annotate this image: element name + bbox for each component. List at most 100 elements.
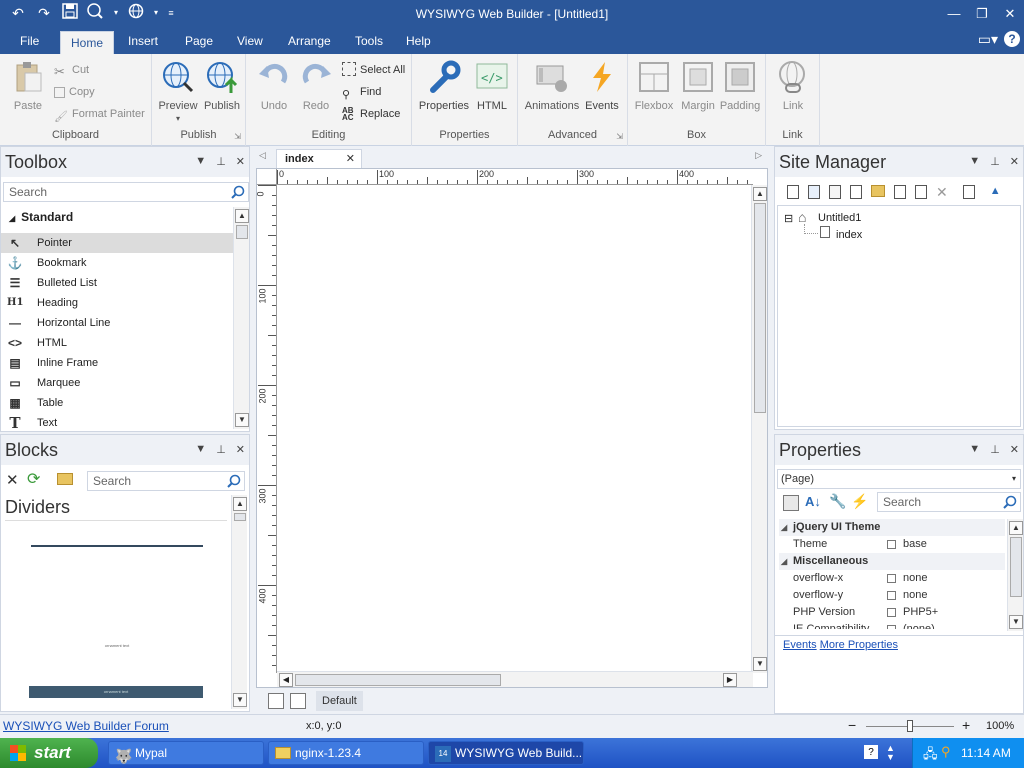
toolbox-item-marquee[interactable]: ▭ Marquee [1,373,233,393]
tab-home[interactable]: Home [60,31,114,54]
forum-link[interactable]: WYSIWYG Web Builder Forum [3,719,169,733]
dialog-launcher-icon[interactable]: ⇲ [616,132,623,141]
pin-icon[interactable]: ⊥ [216,155,226,168]
canvas-horizontal-scrollbar[interactable]: ◀ ▶ [277,671,753,687]
cut-button[interactable]: ✂ Cut [54,61,89,79]
help-icon[interactable]: ? [1004,31,1020,47]
scroll-down-icon[interactable]: ▼ [235,413,249,427]
flexbox-button[interactable]: Flexbox [630,60,678,112]
toolbox-item-bookmark[interactable]: ⚓ Bookmark [1,253,233,273]
property-row[interactable]: IE Compatibility (none) [779,621,1005,629]
scroll-down-icon[interactable]: ▼ [233,693,247,707]
divider-block-line[interactable] [31,545,203,547]
delete-block-icon[interactable]: ✕ [6,471,19,489]
paste-button[interactable]: Paste [4,60,52,112]
move-up-icon[interactable]: ▲ [990,185,1001,199]
scroll-left-icon[interactable]: ◀ [279,673,293,687]
events-link[interactable]: Events [783,639,817,651]
undo-button[interactable]: Undo [250,60,298,112]
copy-button[interactable]: Copy [54,83,95,101]
chevron-down-icon[interactable]: ▼ [195,155,206,168]
properties-search-input[interactable]: Search [877,492,1021,512]
more-properties-link[interactable]: More Properties [820,639,898,651]
publish-button[interactable]: Publish [198,60,246,112]
events-button[interactable]: Events [578,60,626,112]
rename-icon[interactable] [850,185,862,199]
property-checkbox[interactable] [887,608,896,617]
pin-icon[interactable]: ⊥ [990,443,1000,456]
tree-expander-icon[interactable]: ⊟ [784,212,793,225]
blocks-search-input[interactable]: Search [87,471,245,491]
html-button[interactable]: </> HTML [468,60,516,112]
tray-expand-icon[interactable]: ▲ ▼ [886,744,895,762]
toolbox-item-horizontal-line[interactable]: — Horizontal Line [1,313,233,333]
select-all-button[interactable]: Select All [342,61,405,79]
chevron-down-icon[interactable]: ▾ [176,114,180,123]
toolbox-category[interactable]: ◢ Standard [1,207,233,227]
animations-button[interactable]: Animations [524,60,580,112]
start-button[interactable]: start [0,738,98,768]
tab-tools[interactable]: Tools [345,28,393,54]
zoom-slider[interactable] [866,720,954,732]
scroll-thumb[interactable] [295,674,501,686]
toolbox-item-bulleted-list[interactable]: ☰ Bulleted List [1,273,233,293]
object-selector[interactable]: (Page) ▾ [777,469,1021,489]
find-button[interactable]: ⚲ Find [342,83,381,101]
toolbox-item-table[interactable]: ▦ Table [1,393,233,413]
divider-block-ornament[interactable]: ornament text [31,643,203,648]
toolbox-item-text[interactable]: T Text [1,413,233,433]
tab-index[interactable]: index ✕ [276,149,362,168]
page-properties-icon[interactable] [829,185,841,199]
properties-button[interactable]: Properties [418,60,470,112]
toolbox-item-html[interactable]: <> HTML [1,333,233,353]
blocks-scrollbar[interactable]: ▲ ▼ [231,495,247,709]
tab-arrange[interactable]: Arrange [278,28,341,54]
dialog-launcher-icon[interactable]: ⇲ [234,132,241,141]
property-checkbox[interactable] [887,591,896,600]
replace-button[interactable]: AB AC Replace [342,105,400,123]
properties-scrollbar[interactable]: ▲ ▼ [1007,519,1023,631]
sort-az-icon[interactable]: A↓ [805,494,821,509]
toolbox-search-input[interactable]: Search [3,182,249,202]
tab-insert[interactable]: Insert [118,28,168,54]
scroll-thumb[interactable] [234,513,246,521]
tree-node-root[interactable]: Untitled1 [818,212,861,224]
delete-page-icon[interactable]: ✕ [936,185,948,199]
copy-page-icon[interactable] [915,185,927,199]
toolbox-item-pointer[interactable]: ↖ Pointer [1,233,233,253]
page-canvas[interactable] [279,187,751,671]
taskbar-button-wysiwyg[interactable]: 14 WYSIWYG Web Build... [428,741,584,765]
divider-block-bar[interactable]: ornament text [29,686,203,698]
restore-icon[interactable]: ❐ [968,0,996,28]
scroll-thumb[interactable] [236,225,248,239]
taskbar-button-nginx[interactable]: nginx-1.23.4 [268,741,424,765]
scroll-thumb[interactable] [754,203,766,413]
page-settings-icon[interactable] [290,693,306,709]
scroll-thumb[interactable] [1010,537,1022,597]
chevron-down-icon[interactable]: ▼ [195,443,206,456]
help-icon[interactable]: ? [864,745,878,759]
property-row[interactable]: Theme base [779,536,1005,553]
open-folder-icon[interactable] [57,473,73,485]
close-icon[interactable]: ✕ [996,0,1024,28]
tab-view[interactable]: View [227,28,273,54]
padding-button[interactable]: Padding [716,60,764,112]
property-checkbox[interactable] [887,625,896,629]
tab-page[interactable]: Page [175,28,223,54]
zoom-in-icon[interactable]: + [962,717,970,733]
refresh-icon[interactable]: ⟳ [27,469,40,489]
property-row[interactable]: overflow-x none [779,570,1005,587]
link-button[interactable]: Link [769,60,817,112]
pin-icon[interactable]: ⊥ [990,155,1000,168]
property-category[interactable]: ◢ jQuery UI Theme [779,519,1005,536]
close-icon[interactable]: ✕ [236,155,245,168]
categorized-icon[interactable] [783,495,799,511]
scroll-up-icon[interactable]: ▲ [1009,521,1023,535]
tab-file[interactable]: File [10,28,49,54]
close-icon[interactable]: ✕ [236,443,245,456]
display-options-icon[interactable]: ▭▾ [978,31,998,48]
close-icon[interactable]: ✕ [1010,155,1019,168]
format-painter-button[interactable]: 🖌 Format Painter [54,105,145,123]
canvas-vertical-scrollbar[interactable]: ▲ ▼ [751,185,767,673]
scroll-up-icon[interactable]: ▲ [753,187,767,201]
